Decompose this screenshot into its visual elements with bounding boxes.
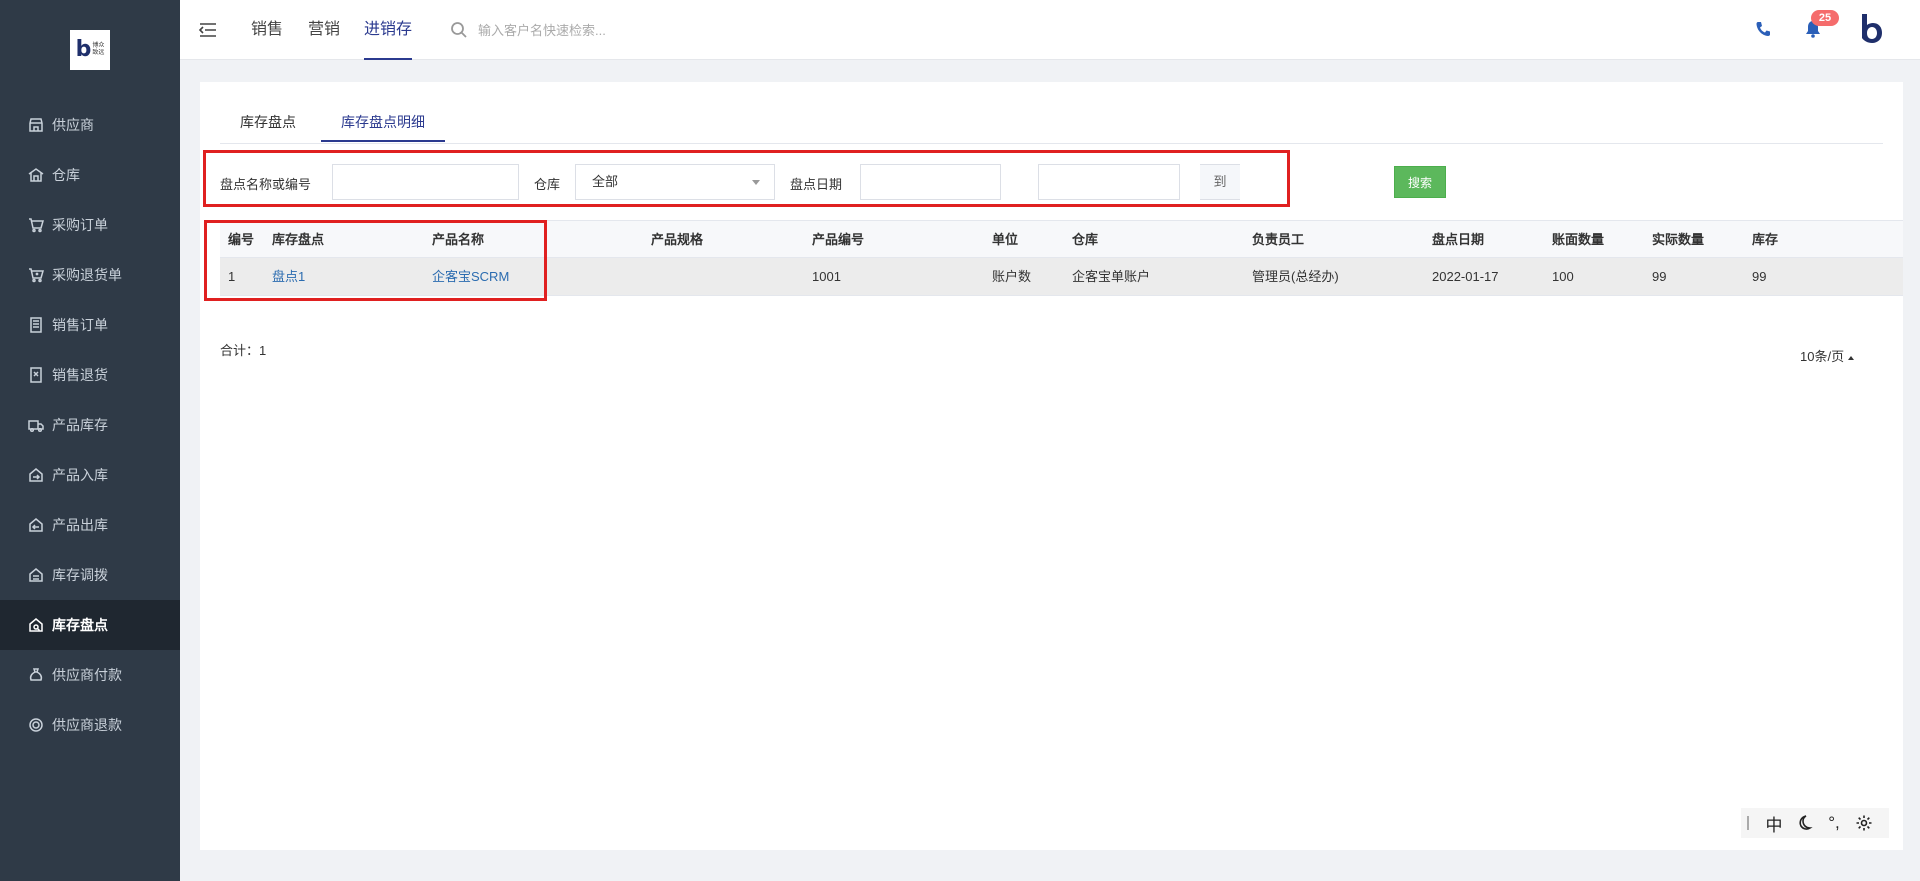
sidebar-item-label: 产品入库 <box>52 467 108 483</box>
search-button[interactable]: 搜索 <box>1394 166 1446 198</box>
column-header: 单位 <box>992 232 1019 247</box>
column-header: 实际数量 <box>1652 232 1705 247</box>
sidebar-item-label: 库存盘点 <box>52 617 108 633</box>
cart-return-icon <box>28 267 44 283</box>
column-header: 产品编号 <box>812 232 865 247</box>
table-cell: 2022-01-17 <box>1432 269 1499 284</box>
sidebar-item-inventory-check[interactable]: 库存盘点 <box>0 600 180 650</box>
search-icon[interactable] <box>450 21 468 39</box>
sidebar-item-label: 供应商付款 <box>52 667 122 683</box>
column-header: 仓库 <box>1072 232 1099 247</box>
stock-in-icon <box>28 467 44 483</box>
top-header: 销售 营销 进销存 25 <box>180 0 1920 60</box>
customer-search-input[interactable] <box>478 18 778 42</box>
transfer-icon <box>28 567 44 583</box>
gear-icon[interactable] <box>1849 808 1879 838</box>
phone-icon[interactable] <box>1753 19 1773 39</box>
cart-icon <box>28 217 44 233</box>
sidebar-item-sales-return[interactable]: 销售退货 <box>0 350 180 400</box>
table-cell: 100 <box>1552 269 1574 284</box>
warehouse-icon <box>28 167 44 183</box>
sidebar-item-label: 仓库 <box>52 167 80 183</box>
ime-toolbar: 中 °, <box>1741 808 1889 838</box>
sidebar-item-product-stock[interactable]: 产品库存 <box>0 400 180 450</box>
tab-inventory-check[interactable]: 库存盘点 <box>220 102 316 142</box>
tab-inventory-check-detail[interactable]: 库存盘点明细 <box>321 102 445 142</box>
table-cell: 企客宝单账户 <box>1072 269 1151 284</box>
tab-marketing[interactable]: 营销 <box>308 0 340 60</box>
ime-mode-toggle[interactable]: 中 <box>1759 808 1789 838</box>
sidebar-item-stock-out[interactable]: 产品出库 <box>0 500 180 550</box>
caret-up-icon <box>1848 355 1855 360</box>
sidebar: b 博众 致远 供应商 仓库 采购订单 采购退货单 销售订单 销售退货 产品库存… <box>0 0 180 881</box>
column-header: 盘点日期 <box>1432 232 1485 247</box>
sidebar-item-purchase-return[interactable]: 采购退货单 <box>0 250 180 300</box>
sidebar-item-label: 供应商退款 <box>52 717 122 733</box>
table-cell: 99 <box>1752 269 1767 284</box>
sidebar-item-label: 产品出库 <box>52 517 108 533</box>
column-header: 负责员工 <box>1252 232 1305 247</box>
sidebar-item-purchase-order[interactable]: 采购订单 <box>0 200 180 250</box>
sidebar-item-label: 库存调拨 <box>52 567 108 583</box>
sidebar-item-supplier-refund[interactable]: 供应商退款 <box>0 700 180 750</box>
sidebar-item-label: 销售订单 <box>52 317 108 333</box>
moon-icon[interactable] <box>1789 808 1819 838</box>
sidebar-item-label: 采购退货单 <box>52 267 122 283</box>
sidebar-item-label: 供应商 <box>52 117 94 133</box>
column-header: 账面数量 <box>1552 232 1605 247</box>
page-size-value: 10条/页 <box>1800 349 1845 364</box>
sidebar-item-warehouse[interactable]: 仓库 <box>0 150 180 200</box>
table-cell: 管理员(总经办) <box>1252 269 1339 284</box>
sidebar-item-supplier-payment[interactable]: 供应商付款 <box>0 650 180 700</box>
inventory-check-icon <box>28 617 44 633</box>
table-cell: 账户数 <box>992 269 1032 284</box>
total-count: 合计：1 <box>220 343 267 358</box>
sidebar-item-stock-in[interactable]: 产品入库 <box>0 450 180 500</box>
tab-divider <box>220 143 1883 144</box>
refund-icon <box>28 717 44 733</box>
truck-icon <box>28 417 44 433</box>
table-cell: 99 <box>1652 269 1667 284</box>
logo-text: 博众 致远 <box>92 43 105 56</box>
logo-mark: b <box>75 37 92 62</box>
table-highlight-box <box>204 220 547 301</box>
sidebar-nav: 供应商 仓库 采购订单 采购退货单 销售订单 销售退货 产品库存 产品入库 产品… <box>0 100 180 750</box>
column-header: 产品规格 <box>651 232 704 247</box>
sidebar-item-label: 产品库存 <box>52 417 108 433</box>
sidebar-item-sales-order[interactable]: 销售订单 <box>0 300 180 350</box>
sidebar-item-stock-transfer[interactable]: 库存调拨 <box>0 550 180 600</box>
filter-highlight-box <box>203 150 1290 207</box>
tab-sales[interactable]: 销售 <box>251 0 283 60</box>
column-header: 库存 <box>1752 232 1779 247</box>
ime-drag-handle[interactable] <box>1747 816 1749 830</box>
content-card: 库存盘点 库存盘点明细 盘点名称或编号 仓库 全部 盘点日期 到 搜索 编号 库… <box>200 82 1903 850</box>
ime-punctuation-toggle[interactable]: °, <box>1819 808 1849 838</box>
sidebar-item-supplier[interactable]: 供应商 <box>0 100 180 150</box>
tab-inventory[interactable]: 进销存 <box>364 0 413 60</box>
notification-badge: 25 <box>1811 10 1839 26</box>
stock-out-icon <box>28 517 44 533</box>
table-cell: 1001 <box>812 269 841 284</box>
store-icon <box>28 117 44 133</box>
sidebar-item-label: 销售退货 <box>52 367 108 383</box>
sidebar-item-label: 采购订单 <box>52 217 108 233</box>
money-bag-icon <box>28 667 44 683</box>
brand-logo-icon[interactable] <box>1856 12 1886 46</box>
order-list-icon <box>28 317 44 333</box>
menu-collapse-icon[interactable] <box>198 20 218 40</box>
sales-return-icon <box>28 367 44 383</box>
logo[interactable]: b 博众 致远 <box>70 30 110 70</box>
page-size-select[interactable]: 10条/页 <box>1800 346 1855 365</box>
